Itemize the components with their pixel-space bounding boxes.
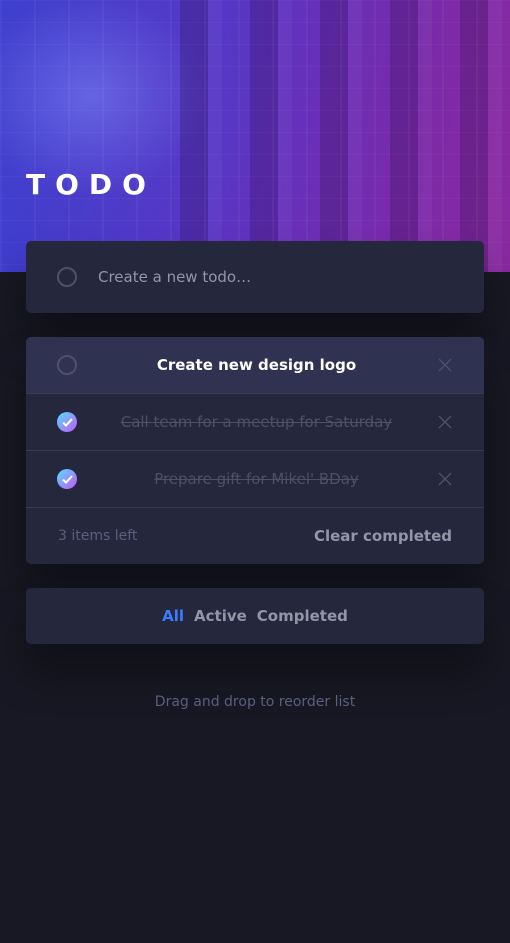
items-left-count: 3 items left: [58, 528, 138, 544]
new-todo-bar: [26, 241, 484, 313]
todo-item[interactable]: Call team for a meetup for Saturday: [26, 394, 484, 451]
checkbox-icon[interactable]: [57, 355, 77, 375]
filter-active[interactable]: Active: [194, 607, 247, 625]
todo-item-text: Create new design logo: [156, 356, 357, 374]
filter-bar: All Active Completed: [26, 588, 484, 644]
check-icon: [61, 474, 73, 484]
header-background-texture: [0, 0, 510, 272]
new-todo-checkbox-icon[interactable]: [57, 267, 77, 287]
delete-cross-icon[interactable]: [436, 470, 454, 488]
todo-list: Create new design logo Call team for a m…: [26, 337, 484, 564]
delete-cross-icon[interactable]: [436, 413, 454, 431]
drag-hint: Drag and drop to reorder list: [154, 694, 356, 710]
delete-cross-icon[interactable]: [436, 356, 454, 374]
new-todo-input[interactable]: [98, 268, 438, 286]
todo-item[interactable]: Create new design logo: [26, 337, 484, 394]
checked-checkbox-icon[interactable]: [57, 469, 77, 489]
todo-item-text: Call team for a meetup for Saturday: [120, 413, 393, 431]
checked-checkbox-icon[interactable]: [57, 412, 77, 432]
todo-item-text: Prepare gift for Mikel' BDay: [154, 470, 359, 488]
list-footer: 3 items left Clear completed: [26, 508, 484, 564]
filter-all[interactable]: All: [162, 607, 184, 625]
todo-item[interactable]: Prepare gift for Mikel' BDay: [26, 451, 484, 508]
header-background: [0, 0, 510, 272]
clear-completed-button[interactable]: Clear completed: [314, 527, 452, 545]
check-icon: [61, 417, 73, 427]
filter-completed[interactable]: Completed: [257, 607, 348, 625]
app-title: TODO: [26, 168, 156, 201]
